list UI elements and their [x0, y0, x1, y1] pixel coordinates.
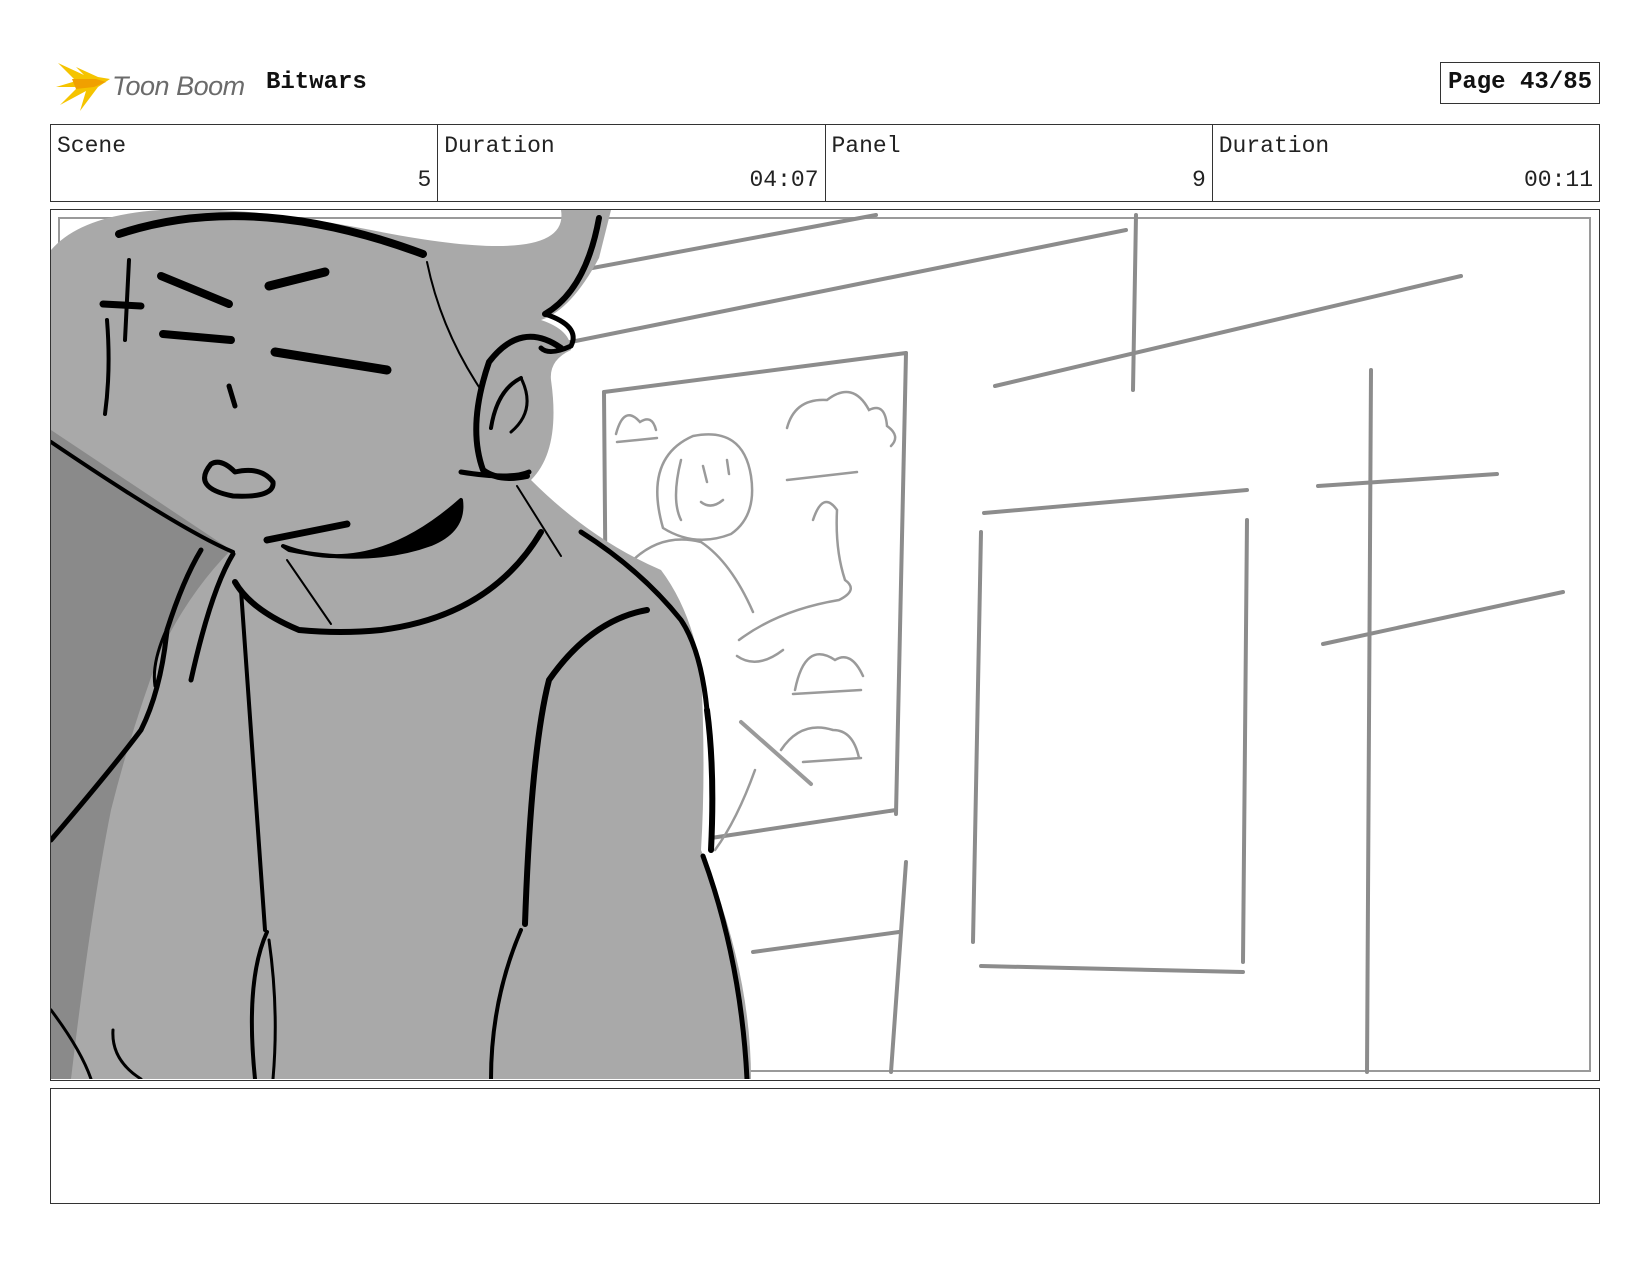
storyboard-panel: [50, 209, 1600, 1081]
toon-boom-logo: Toon Boom: [54, 57, 254, 113]
panel-label: Panel: [831, 133, 901, 159]
page-indicator: Page 43/85: [1439, 62, 1600, 104]
project-title: Bitwars: [266, 69, 367, 96]
panel-duration-value: 00:11: [1523, 167, 1593, 193]
scene-info-table: Scene 5 Duration 04:07 Panel 9 Duration …: [50, 124, 1600, 202]
scene-value: 5: [417, 167, 432, 193]
panel-sketch: [51, 210, 1591, 1079]
character-sketch: [51, 210, 751, 1079]
scene-duration-value: 04:07: [749, 167, 819, 193]
scene-cell: Scene 5: [51, 125, 439, 201]
panel-duration-label: Duration: [1218, 133, 1330, 159]
logo-text: Toon Boom: [112, 71, 245, 101]
scene-label: Scene: [57, 133, 127, 159]
panel-cell: Panel 9: [826, 125, 1213, 201]
scene-duration-label: Duration: [444, 133, 555, 159]
panel-value: 9: [1191, 167, 1206, 193]
panel-duration-cell: Duration 00:11: [1213, 125, 1599, 201]
scene-duration-cell: Duration 04:07: [438, 125, 826, 201]
starburst-icon: [56, 63, 110, 111]
page-header: Toon Boom Bitwars Page 43/85: [50, 55, 1600, 115]
panel-notes: [50, 1088, 1600, 1204]
